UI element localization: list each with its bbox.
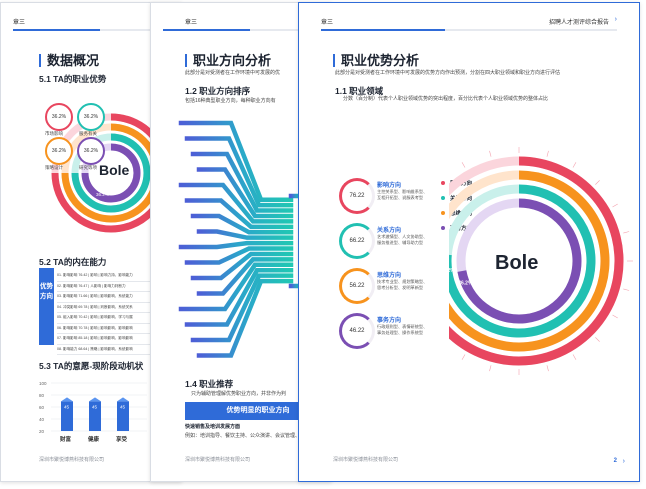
footer-company: 深圳市聚悦博燕科技有限公司 [333,457,399,463]
section-heading: 1.4 职业推荐 [185,379,234,389]
field-desc: 思考分析型、发明革新型 [377,285,424,290]
section-desc: 包括16种典型职业方向，每种职业方向有 [185,98,276,104]
page-title: 职业优势分析 [333,54,419,67]
badge-circle: 36.2% [45,137,73,165]
legend-dot-icon [441,196,445,200]
field-item: 56.22 思维方向 技术专业型、规划策略型、 思考分析型、发明革新型 [339,268,439,306]
intro-text: 此部分是对受测者在工作环境中可发展的优势方向作出预测，分割在四大职业领域和职业方… [335,70,561,76]
arc-value-label: 36.2% [96,192,109,197]
bar-value: 45 [120,404,126,409]
tick-mark [595,180,600,185]
tick-mark [461,354,466,360]
arc-label: 36.2% [449,268,455,274]
tick-mark [461,162,466,168]
field-name: 思维方向 [377,273,402,279]
motivation-chart: 100 80 60 40 20 45 财富 45 健康 45 享受 [39,381,147,443]
field-item: 76.22 影响方向 主控关系型、影响维系型、 互相开拓型、说服表考型 [339,178,439,216]
bar-label: 健康 [88,435,100,443]
section-desc: 分数（百分制）代表个人职业领域优势的突出程度，百分比代表个人职业领域优势的整体占… [343,96,549,102]
footer-company: 深圳市聚悦博燕科技有限公司 [185,457,251,463]
badge-circle: 36.2% [45,103,73,131]
recommend-desc: 例如：培训指导、餐饮主持、公众演讲、会议管理、 [185,433,301,439]
tick-mark [489,150,492,157]
score-ring: 76.22 [339,178,375,214]
tick-mark [572,162,577,168]
field-item: 66.22 关系方向 艺术激情型、人文协助型、 服务推进型、辅导助力型 [339,223,439,261]
arc-label: 36.2% [458,281,473,287]
badge-label: 研究等项 [79,165,97,170]
score-ring: 46.22 [339,313,375,349]
field-radial-chart: 36.2%34.2%36.2%36.2% Bole [449,147,633,375]
page-title: 职业方向分析 [185,54,271,67]
bar-cap [61,397,73,402]
chevron-right-icon: › [614,16,617,23]
badge-circle: 36.2% [77,137,105,165]
section-desc: 只为辅助管理解优势职业方向，并非作为判 [191,391,287,397]
bar-value: 45 [64,404,70,409]
field-item: 46.22 事务方向 行政规则型、表情研统型、 事务处理型、操作系统型 [339,313,439,351]
chevron-right-icon: › [622,458,625,465]
axis-tick: 100 [39,381,47,386]
badge-label: 策略设计 [45,165,63,170]
tick-mark [612,203,618,208]
tick-mark [546,365,549,372]
tick-mark [595,337,600,342]
bar-cap [117,397,129,402]
badge-label: 服务有关 [79,131,97,136]
intro-text: 此部分是对受测者在工作环境中可发展的优 [185,70,281,76]
axis-tick: 60 [39,405,45,410]
page-title: 数据概况 [39,54,99,67]
header-chapter: 章三 [321,20,334,26]
tick-mark [612,314,618,319]
field-name: 事务方向 [377,318,402,324]
tick-mark [623,231,630,234]
field-desc: 服务推进型、辅导助力型 [377,240,424,245]
bar-label: 财富 [59,435,72,443]
field-name: 关系方向 [377,228,402,234]
header-chapter: 章三 [13,20,26,26]
section-heading: 5.2 TA的内在能力 [39,257,107,267]
page-number: 2 [613,458,617,464]
bole-logo: Bole [99,162,130,178]
score-ring: 56.22 [339,268,375,304]
page-header: 章三 [13,17,171,31]
header-report-title: 招聘人才测评综合报告 [548,20,609,26]
tick-mark [572,354,577,360]
legend-dot-icon [441,226,445,230]
field-desc: 事务处理型、操作系统型 [377,330,424,335]
bar-cap [89,397,101,402]
page-header: 章三 招聘人才测评综合报告 › [321,16,617,31]
field-desc: 互相开拓型、说服表考型 [377,195,424,200]
bole-logo: Bole [495,252,538,274]
tick-mark [489,365,492,372]
header-chapter: 章三 [185,20,198,26]
legend-dot-icon [441,181,445,185]
axis-tick: 20 [39,429,45,434]
score-ring: 66.22 [339,223,375,259]
bar-value: 45 [92,404,98,409]
side-label: 优势方向 [39,268,54,345]
badge-circle: 36.2% [77,103,105,131]
field-name: 影响方向 [377,183,402,189]
section-heading: 5.3 TA的意愿-现阶段动机状 [39,361,144,371]
recommend-subtitle: 快速销售及培训发展方面 [185,424,241,430]
axis-tick: 40 [39,417,45,422]
legend-dot-icon [441,211,445,215]
bar-label: 享受 [116,435,128,443]
tick-mark [623,288,630,291]
tick-mark [546,150,549,157]
report-page-3[interactable]: 章三 招聘人才测评综合报告 › 职业优势分析 此部分是对受测者在工作环境中可发展… [298,2,640,482]
footer-company: 深圳市聚悦博燕科技有限公司 [39,457,105,463]
section-heading: 1.2 职业方向排序 [185,86,251,96]
axis-tick: 80 [39,393,45,398]
